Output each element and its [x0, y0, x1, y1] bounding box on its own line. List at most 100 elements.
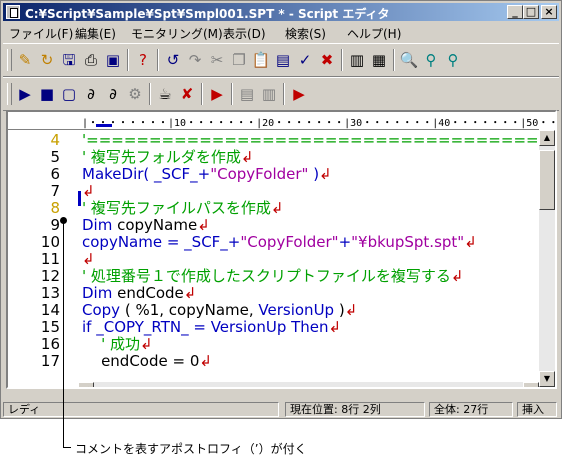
breakpoint-icon[interactable]: ☕ [155, 84, 175, 104]
layout-icon[interactable]: ▦ [369, 50, 389, 70]
line-end-mark: ↲ [450, 267, 464, 285]
line-number: 9 [50, 216, 60, 234]
debug-toolbar: ▶ ■ ▢ ∂ ∂ ⚙ ☕ ✘ ▶ ▤ ▥ ▶ [3, 77, 559, 111]
code-line[interactable]: if _COPY_RTN_ = VersionUp Then↲ [82, 319, 341, 336]
menu-search[interactable]: 検索(S) [285, 25, 326, 42]
code-line[interactable]: ' 複写先フォルダを作成↲ [82, 149, 253, 166]
main-toolbar: ✎ ↻ 🖫 ⎙ ▣? ↺ ↷ ✂ ❐ 📋 ▤ ✓ ✖ ▥ ▦ 🔍 ⚲ ⚲ [3, 43, 559, 77]
line-end-mark: ↲ [183, 284, 197, 302]
save-icon[interactable]: 🖫 [59, 50, 79, 70]
menu-edit[interactable]: 編集(E) [75, 25, 116, 42]
line-number: 10 [40, 233, 60, 251]
scroll-up-button[interactable]: ▲ [539, 130, 555, 146]
code-token: endCode [112, 284, 184, 302]
status-ready: レディ [3, 402, 279, 417]
code-editor[interactable]: |・・・・・・・・|10・・・・・・・|20・・・・・・・|30・・・・・・・|… [6, 110, 557, 389]
code-line[interactable]: ' 複写先ファイルパスを作成↲ [82, 200, 283, 217]
toolbar-grip[interactable] [7, 83, 12, 105]
find-icon[interactable]: 🔍 [399, 50, 419, 70]
line-end-mark: ↲ [344, 301, 358, 319]
paste-icon[interactable]: 📋 [251, 50, 271, 70]
app-icon[interactable] [6, 5, 20, 19]
window-icon[interactable]: ▢ [59, 84, 79, 104]
trace-icon[interactable]: ▶ [207, 84, 227, 104]
menu-monitoring[interactable]: モニタリング(M) [131, 25, 223, 42]
line-end-mark: ↲ [82, 182, 95, 200]
menu-file[interactable]: ファイル(F) [9, 25, 73, 42]
step-icon[interactable]: ∂ [81, 84, 101, 104]
vertical-scrollbar[interactable]: ▲ ▼ [539, 130, 555, 387]
compare-icon[interactable]: ▥ [347, 50, 367, 70]
code-line[interactable]: ' 成功↲ [82, 335, 153, 353]
monitor-icon[interactable]: ■ [37, 84, 57, 104]
print-icon[interactable]: ⎙ [81, 50, 101, 70]
toolbar-separator [283, 83, 285, 105]
scroll-left-button[interactable]: ◀ [78, 382, 94, 387]
log-icon[interactable]: ▶ [289, 84, 309, 104]
line-end-mark: ↲ [240, 148, 254, 166]
redo-icon[interactable]: ↷ [185, 50, 205, 70]
code-line[interactable]: Dim copyName↲ [82, 217, 210, 234]
code-line[interactable]: copyName = _SCF_+"CopyFolder"+"¥bkupSpt.… [82, 234, 477, 251]
cut-icon[interactable]: ✂ [207, 50, 227, 70]
copy-icon[interactable]: ❐ [229, 50, 249, 70]
code-line[interactable]: Copy ( %1, copyName, VersionUp )↲ [82, 302, 357, 319]
code-text-area[interactable]: '=======================================… [82, 130, 539, 387]
code-token: copyName = _SCF_+ [82, 233, 241, 251]
toolbar-grip[interactable] [7, 49, 12, 71]
new-file-icon[interactable]: ✎ [15, 50, 35, 70]
toolbar-separator [157, 49, 159, 71]
run-icon[interactable]: ▶ [15, 84, 35, 104]
horizontal-scrollbar[interactable]: ◀ ▶ [78, 382, 539, 387]
toolbar-separator [231, 83, 233, 105]
variables-icon[interactable]: ▤ [237, 84, 257, 104]
line-number: 7 [50, 182, 60, 200]
toolbar-separator [149, 83, 151, 105]
step-over-icon[interactable]: ∂ [103, 84, 123, 104]
open-file-icon[interactable]: ↻ [37, 50, 57, 70]
code-line[interactable]: ' 処理番号１で作成したスクリプトファイルを複写する↲ [82, 268, 463, 285]
title-bar[interactable]: C:¥Script¥Sample¥Spt¥Smpl001.SPT * - Scr… [3, 3, 559, 21]
maximize-button[interactable]: □ [523, 5, 539, 19]
code-token: ( %1, copyName, [120, 301, 259, 319]
callout-line-end [63, 447, 71, 448]
code-token: "CopyFolder" [210, 165, 309, 183]
code-line[interactable]: endCode = 0↲ [82, 353, 212, 370]
find-prev-icon[interactable]: ⚲ [443, 50, 463, 70]
code-token: ) [308, 165, 320, 183]
line-number: 17 [40, 352, 60, 370]
stop-icon[interactable]: ✖ [317, 50, 337, 70]
step-out-icon[interactable]: ⚙ [125, 84, 145, 104]
clear-breakpoint-icon[interactable]: ✘ [177, 84, 197, 104]
menu-bar: ファイル(F) 編集(E) モニタリング(M) 表示(D) 検索(S) ヘルプ(… [3, 22, 559, 42]
undo-icon[interactable]: ↺ [163, 50, 183, 70]
line-number: 13 [40, 284, 60, 302]
help-icon[interactable]: ? [133, 50, 153, 70]
scroll-down-button[interactable]: ▼ [539, 371, 555, 387]
line-end-mark: ↲ [139, 335, 153, 353]
code-line[interactable]: Dim endCode↲ [82, 285, 196, 302]
code-token: copyName [112, 216, 198, 234]
find-next-icon[interactable]: ⚲ [421, 50, 441, 70]
ruler-cursor-marker [96, 124, 112, 127]
menu-view[interactable]: 表示(D) [223, 25, 266, 42]
window-title: C:¥Script¥Sample¥Spt¥Smpl001.SPT * - Scr… [25, 7, 390, 21]
scroll-thumb[interactable] [539, 150, 555, 210]
code-line[interactable]: '======================================= [82, 132, 539, 149]
code-line[interactable]: MakeDir( _SCF_+"CopyFolder" )↲ [82, 166, 332, 183]
menu-help[interactable]: ヘルプ(H) [347, 25, 401, 42]
code-line[interactable]: ↲ [82, 251, 95, 268]
scroll-right-button[interactable]: ▶ [523, 382, 539, 387]
watch-icon[interactable]: ▥ [259, 84, 279, 104]
code-token: if _COPY_RTN_ = VersionUp Then [82, 318, 329, 336]
insert-icon[interactable]: ▤ [273, 50, 293, 70]
code-line[interactable]: ↲ [82, 183, 95, 200]
code-token: Dim [82, 216, 113, 234]
line-number: 15 [40, 318, 60, 336]
close-button[interactable]: × [541, 5, 557, 19]
minimize-button[interactable]: _ [507, 5, 523, 19]
line-number: 8 [50, 199, 60, 217]
check-icon[interactable]: ✓ [295, 50, 315, 70]
line-number: 4 [50, 131, 60, 149]
properties-icon[interactable]: ▣ [103, 50, 123, 70]
